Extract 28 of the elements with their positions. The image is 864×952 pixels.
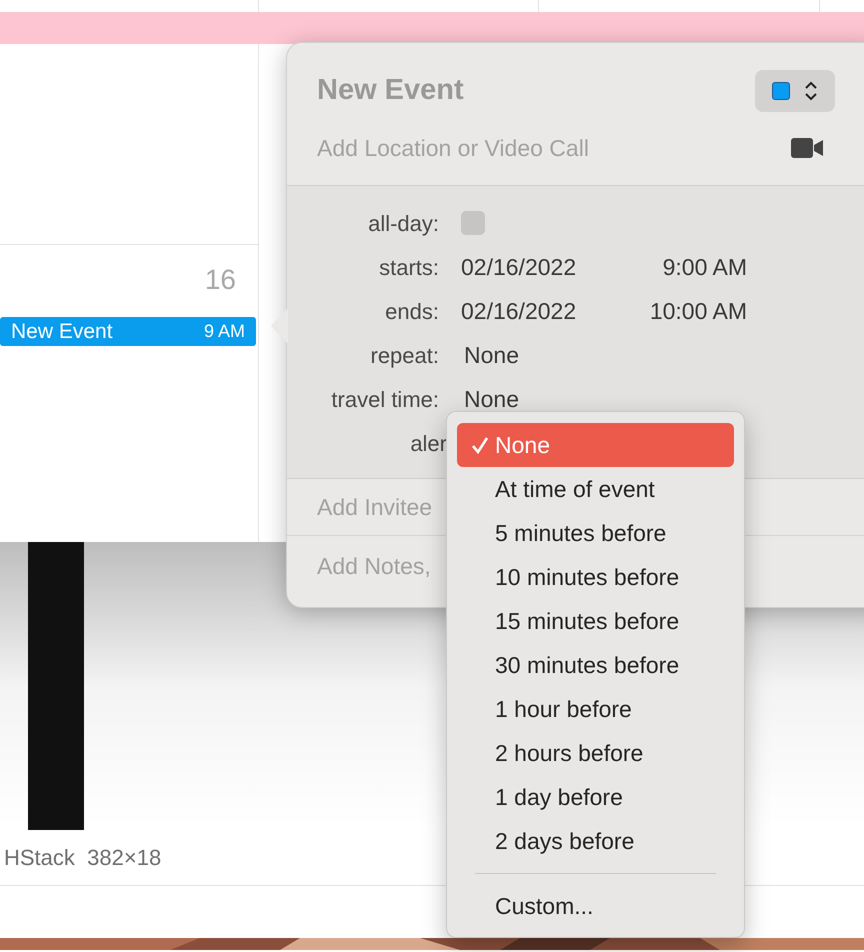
field-label: ends:: [385, 298, 439, 326]
field-label: aler: [410, 430, 447, 458]
menu-item[interactable]: At time of event: [457, 467, 734, 511]
day-number: 16: [204, 263, 236, 297]
date-field[interactable]: 02/16/2022: [461, 250, 576, 284]
video-camera-icon[interactable]: [791, 138, 823, 158]
popup-value[interactable]: None: [461, 338, 519, 372]
menu-item[interactable]: 2 days before: [457, 819, 734, 863]
menu-item[interactable]: 1 hour before: [457, 687, 734, 731]
field-label: travel time:: [331, 386, 439, 414]
time-field[interactable]: 9:00 AM: [662, 250, 747, 284]
field-label: starts:: [379, 254, 439, 282]
field-label: repeat:: [370, 342, 439, 370]
time-field[interactable]: 10:00 AM: [650, 294, 747, 328]
menu-item[interactable]: Custom...: [457, 884, 734, 928]
menu-item[interactable]: 5 minutes before: [457, 511, 734, 555]
menu-item[interactable]: 30 minutes before: [457, 643, 734, 687]
checkmark-icon: [471, 436, 489, 454]
menu-item[interactable]: 2 hours before: [457, 731, 734, 775]
up-down-chevron-icon: [804, 80, 818, 102]
menu-item[interactable]: 1 day before: [457, 775, 734, 819]
color-picker[interactable]: [755, 70, 835, 112]
inspector-label: HStack 382×18: [4, 844, 162, 872]
field-label: all-day:: [368, 210, 439, 238]
menu-item[interactable]: 10 minutes before: [457, 555, 734, 599]
all-day-checkbox[interactable]: [461, 211, 485, 235]
menu-item[interactable]: 15 minutes before: [457, 599, 734, 643]
date-field[interactable]: 02/16/2022: [461, 294, 576, 328]
